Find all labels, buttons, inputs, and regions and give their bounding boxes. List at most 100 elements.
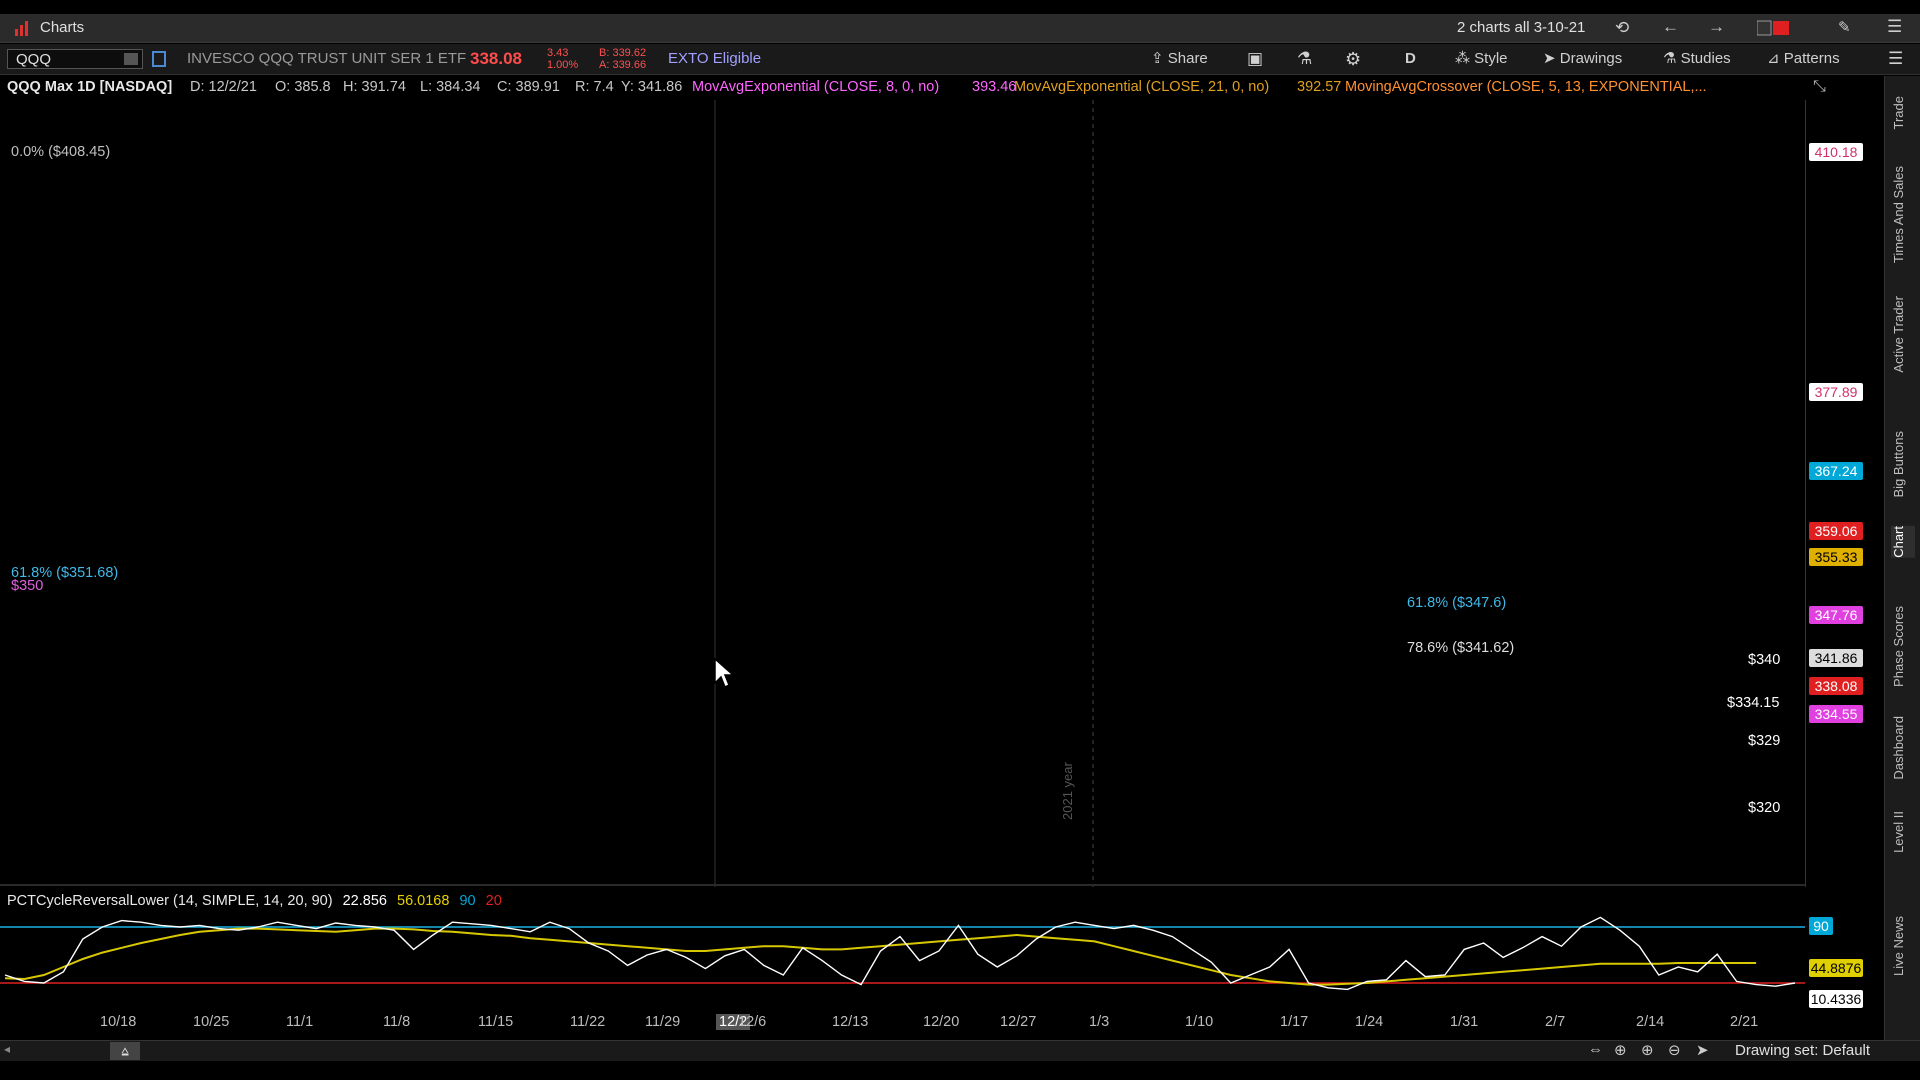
ema8-label[interactable]: MovAvgExponential (CLOSE, 8, 0, no) [692,79,939,95]
symbol-value: QQQ [16,51,52,68]
price-tag: 367.24 [1809,462,1863,480]
back-arrow-icon[interactable]: ← [1662,17,1679,37]
right-rail-tab[interactable]: Times And Sales [1891,166,1915,263]
ask-price: A: 339.66 [599,59,647,71]
date-tick-label: 1/24 [1355,1014,1384,1030]
bottom-bar: ◂ ⩠ ⇔ ⊕ ⊕ ⊖ ➤ Drawing set: Default [0,1040,1920,1061]
right-rail-tab[interactable]: Chart [1891,526,1915,558]
studies-label: Studies [1680,50,1731,67]
drawings-button[interactable]: ➤ Drawings [1543,44,1622,74]
forward-arrow-icon[interactable]: → [1708,17,1725,37]
price-tag: 338.08 [1809,677,1863,695]
date-tick-label: 11/8 [383,1014,411,1030]
oscillator-tag: 10.4336 [1809,990,1863,1008]
date-tick-label: 2/14 [1636,1014,1665,1030]
ema8-value: 393.46 [972,79,1017,95]
date-tick-label: 12/27 [1000,1014,1037,1030]
flask-icon[interactable]: ⚗ [1297,44,1312,74]
date-tick-label: 1/17 [1280,1014,1309,1030]
price-chart[interactable] [0,100,1805,887]
scroll-left-icon[interactable]: ◂ [4,1042,10,1056]
right-rail-tab[interactable]: Trade [1891,96,1915,129]
patterns-label: Patterns [1783,50,1840,67]
right-rail-tab[interactable]: Big Buttons [1891,431,1915,498]
price-tag: 377.89 [1809,383,1863,401]
bid-price: B: 339.62 [599,47,647,59]
study-info-bar: QQQ Max 1D [NASDAQ] D: 12/2/21 O: 385.8 … [0,76,1805,100]
gear-icon[interactable]: ⚙ [1345,44,1361,74]
pointer-icon[interactable]: ➤ [1696,1041,1709,1059]
symbol-info: QQQ Max 1D [NASDAQ] [7,79,173,95]
date-tick-label: 12/20 [923,1014,960,1030]
layout-icon[interactable] [1756,20,1789,36]
right-rail-tab[interactable]: Live News [1891,916,1915,976]
drawing-set-label[interactable]: Drawing set: Default [1735,1042,1870,1059]
bar-high: H: 391.74 [343,79,406,95]
chevron-down-icon[interactable] [124,53,138,65]
level-329-label: $329 [1748,733,1781,749]
charts-icon [14,20,32,36]
date-tick-label: 10/25 [193,1014,230,1030]
oscillator-tag: 90 [1809,917,1833,935]
style-button[interactable]: ⁂ Style [1455,44,1508,74]
ext-eligible-label: EXTO Eligible [668,50,762,67]
collapse-icon[interactable]: ⤡ [1813,78,1826,96]
pan-icon[interactable]: ⇔ [1588,1041,1603,1058]
bar-close: C: 389.91 [497,79,560,95]
price-axis-divider [1805,100,1806,887]
right-rail-tab[interactable]: Level II [1891,811,1915,853]
fib-0-label: 0.0% ($408.45) [11,144,111,160]
window-title: Charts [40,19,85,36]
pct-change: 1.00% [547,59,579,71]
fib-786-label: 78.6% ($341.62) [1407,640,1515,656]
chart-set-selector[interactable]: 2 charts all 3-10-21 [1457,19,1585,36]
level-350-left-label: $350 [11,578,44,594]
period-selector[interactable]: D [1405,44,1416,74]
toolbar-menu-icon[interactable]: ☰ [1888,44,1903,74]
bar-low: L: 384.34 [420,79,481,95]
symbol-link-icon[interactable] [152,44,166,74]
date-tick-label: 12/6 [738,1014,767,1030]
date-tick-label: 11/1 [286,1014,314,1030]
ema21-label[interactable]: MovAvgExponential (CLOSE, 21, 0, no) [1014,79,1269,95]
chart-book-icon[interactable]: ▣ [1247,44,1263,74]
crossover-label[interactable]: MovingAvgCrossover (CLOSE, 5, 13, EXPONE… [1345,79,1707,95]
cursor-icon: ➤ [1543,50,1560,67]
chart-toolbar: QQQ INVESCO QQQ TRUST UNIT SER 1 ETF 338… [0,44,1920,75]
right-rail-tab[interactable]: Phase Scores [1891,606,1915,687]
right-rail-tab[interactable]: Active Trader [1891,296,1915,373]
price-tag: 359.06 [1809,522,1863,540]
undo-icon[interactable]: ⟲ [1615,18,1629,38]
share-icon: ⇪ [1151,50,1168,67]
price-tag: 341.86 [1809,649,1863,667]
right-rail-tab[interactable]: Dashboard [1891,716,1915,780]
oscillator-tag: 44.8876 [1809,959,1863,977]
symbol-input[interactable]: QQQ [7,49,143,69]
level-340-label: $340 [1748,652,1781,668]
studies-button[interactable]: ⚗ Studies [1663,44,1731,74]
style-icon: ⁂ [1455,50,1475,67]
expand-icon[interactable]: ⩠ [110,1042,140,1060]
menu-icon[interactable]: ☰ [1887,17,1902,37]
osc-signal-line [4,927,1757,986]
share-button[interactable]: ⇪ Share [1151,44,1208,74]
date-tick-label: 2/7 [1545,1014,1566,1030]
bar-y: Y: 341.86 [621,79,683,95]
bar-range: R: 7.4 [575,79,614,95]
date-tick-label: 1/10 [1185,1014,1214,1030]
net-change: 3.43 [547,47,569,59]
osc-main-line [4,916,1796,991]
date-tick-label: 2/21 [1730,1014,1759,1030]
price-tag: 410.18 [1809,143,1863,161]
date-tick-label: 10/18 [100,1014,137,1030]
bar-date: D: 12/2/21 [190,79,257,95]
crosshair-icon[interactable]: ⊕ [1614,1041,1627,1059]
zoom-in-icon[interactable]: ⊕ [1641,1041,1654,1059]
pin-icon[interactable]: ✎ [1838,18,1851,36]
oscillator-chart[interactable] [0,887,1805,1017]
date-tick-label: 11/15 [478,1014,514,1030]
price-tag: 355.33 [1809,548,1863,566]
mouse-cursor-icon [714,657,735,689]
patterns-button[interactable]: ⊿ Patterns [1767,44,1840,74]
zoom-out-icon[interactable]: ⊖ [1668,1041,1681,1059]
